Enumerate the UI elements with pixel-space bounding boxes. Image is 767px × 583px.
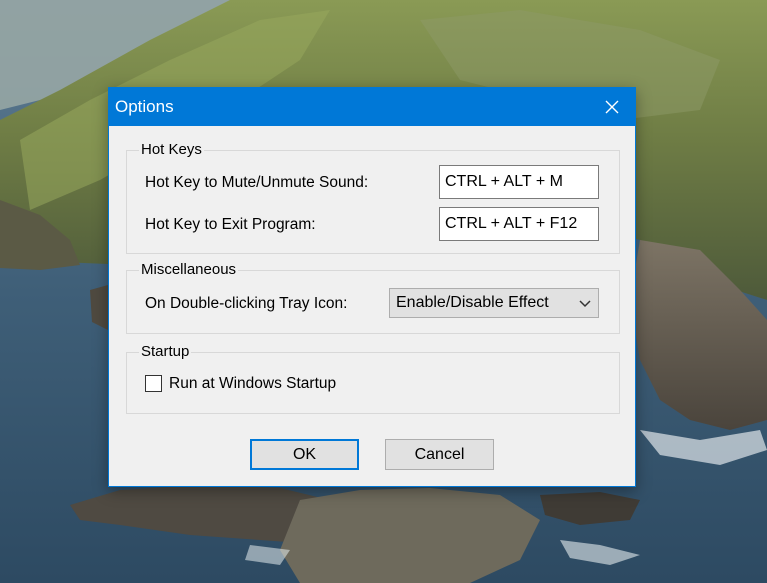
options-dialog: Options Hot Keys Hot Key to Mute/Unmute … — [108, 87, 636, 487]
exit-hotkey-input[interactable] — [439, 207, 599, 241]
close-button[interactable] — [589, 88, 635, 126]
title-bar[interactable]: Options — [109, 88, 635, 126]
ok-button[interactable]: OK — [250, 439, 359, 470]
hot-keys-group: Hot Keys Hot Key to Mute/Unmute Sound: H… — [126, 141, 620, 254]
mute-hotkey-label: Hot Key to Mute/Unmute Sound: — [145, 174, 369, 191]
run-at-startup-checkbox[interactable] — [145, 375, 162, 392]
hot-keys-group-label: Hot Keys — [139, 141, 204, 158]
miscellaneous-group: Miscellaneous On Double-clicking Tray Ic… — [126, 261, 620, 334]
startup-group-label: Startup — [139, 343, 192, 360]
tray-icon-action-label: On Double-clicking Tray Icon: — [145, 295, 348, 312]
tray-icon-action-dropdown[interactable]: Enable/Disable Effect — [389, 288, 599, 318]
cancel-button[interactable]: Cancel — [385, 439, 494, 470]
startup-group: Startup Run at Windows Startup — [126, 343, 620, 414]
chevron-down-icon — [578, 297, 592, 315]
exit-hotkey-label: Hot Key to Exit Program: — [145, 216, 316, 233]
tray-icon-action-selected: Enable/Disable Effect — [396, 294, 549, 311]
run-at-startup-label[interactable]: Run at Windows Startup — [169, 375, 336, 393]
close-icon — [605, 100, 619, 114]
miscellaneous-group-label: Miscellaneous — [139, 261, 239, 278]
mute-hotkey-input[interactable] — [439, 165, 599, 199]
dialog-title: Options — [115, 97, 174, 116]
